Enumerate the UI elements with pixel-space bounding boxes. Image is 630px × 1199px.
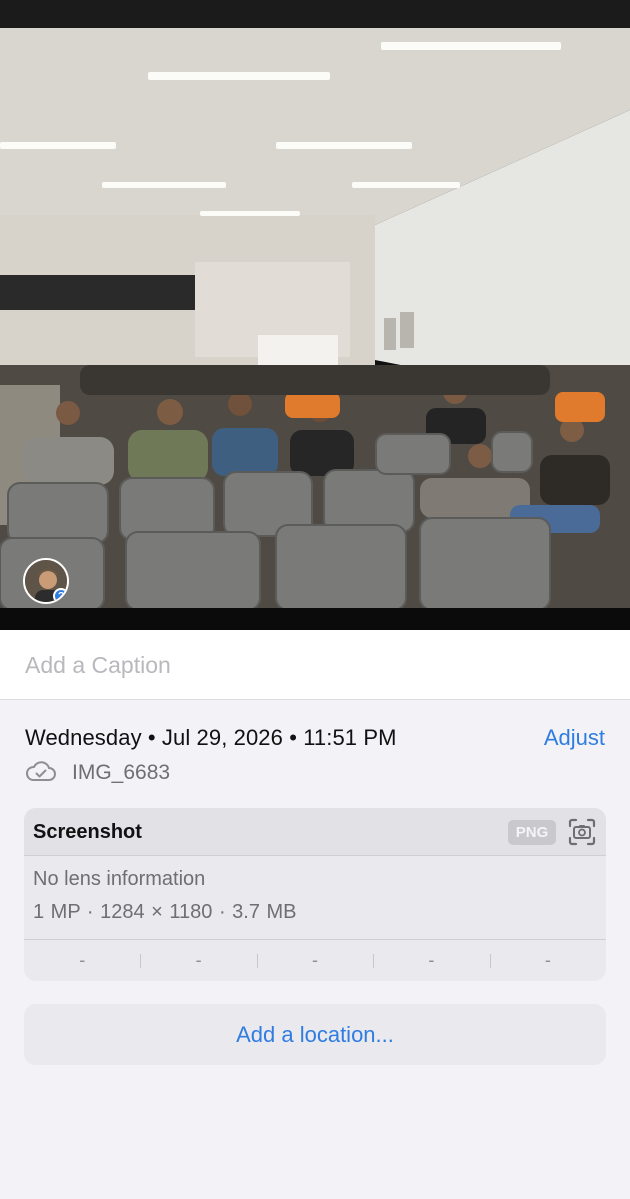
screenshot-camera-icon xyxy=(568,818,596,846)
metadata-title: Screenshot xyxy=(33,821,142,843)
caption-field[interactable]: Add a Caption xyxy=(0,630,630,700)
lens-info: No lens information xyxy=(33,868,206,890)
date-time-label: Wednesday • Jul 29, 2026 • 11:51 PM xyxy=(25,725,397,750)
add-location-button[interactable]: Add a location... xyxy=(24,1004,606,1065)
cloud-check-icon xyxy=(26,761,56,781)
people-avatar[interactable]: ? xyxy=(23,558,69,604)
format-badge: PNG xyxy=(508,820,556,845)
caption-placeholder: Add a Caption xyxy=(25,652,171,678)
exif-aperture: - xyxy=(373,940,489,981)
adjust-button[interactable]: Adjust xyxy=(544,725,605,751)
metadata-card: Screenshot PNG No lens information 1 MP … xyxy=(24,808,606,981)
exif-exposure-value: - xyxy=(256,940,373,981)
exif-shutter-speed: - xyxy=(489,940,606,981)
question-mark-icon: ? xyxy=(53,588,67,602)
exif-row: - - - - - xyxy=(24,940,606,981)
photo-info-screen: ? Add a Caption Wednesday • Jul 29, 2026… xyxy=(0,0,630,1199)
photo-image xyxy=(0,0,630,630)
exif-focal-length: - xyxy=(140,940,256,981)
filename-label: IMG_6683 xyxy=(72,761,171,784)
photo-view[interactable]: ? xyxy=(0,0,630,630)
exif-iso: - xyxy=(79,950,86,970)
image-specs: 1 MP · 1284 × 1180 · 3.7 MB xyxy=(33,901,297,923)
metadata-header: Screenshot PNG xyxy=(24,808,606,856)
